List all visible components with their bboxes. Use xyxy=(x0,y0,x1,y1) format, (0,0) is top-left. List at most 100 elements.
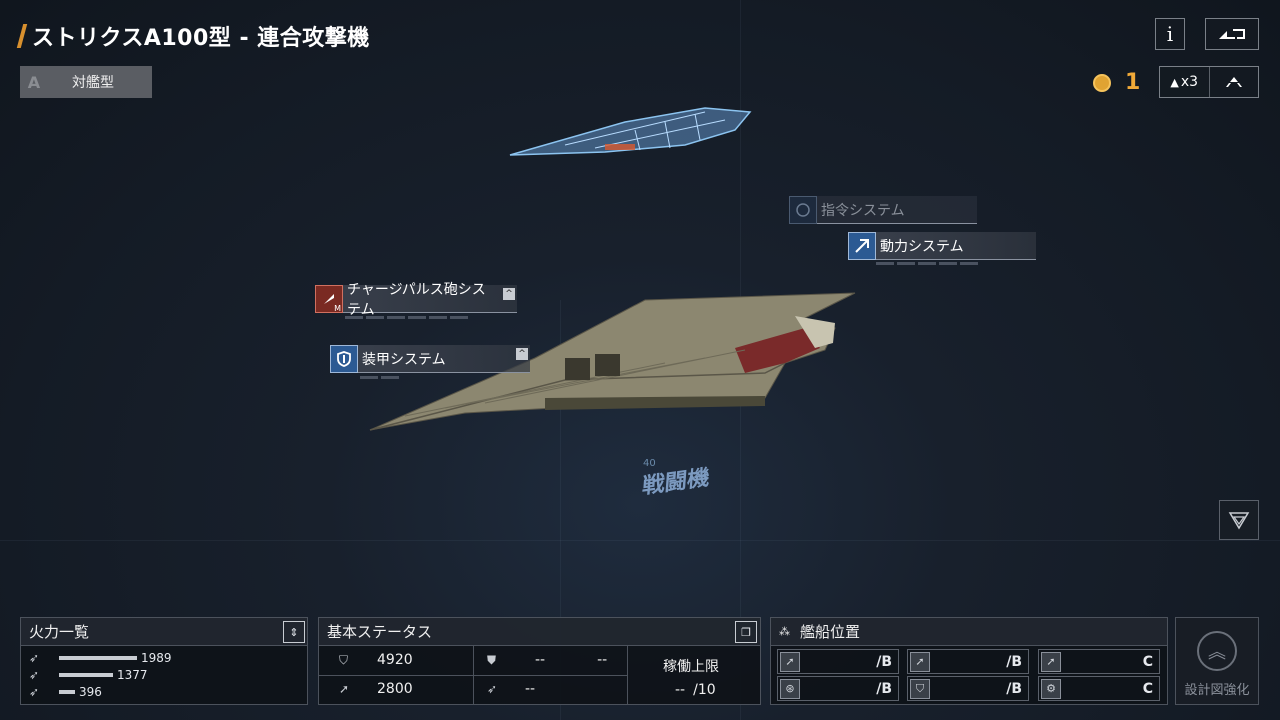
back-button[interactable] xyxy=(1205,18,1259,50)
firepower-value: 396 xyxy=(79,685,102,699)
title-accent-mark xyxy=(16,24,28,48)
chevron-up-icon xyxy=(1225,77,1242,87)
position-slot[interactable]: ➚ C xyxy=(1038,649,1160,674)
firepower-bar xyxy=(59,690,75,694)
limit-value: -- /10 xyxy=(675,682,716,698)
hp-value: 4920 xyxy=(377,652,413,668)
multiplier-box[interactable]: ▲ x3 xyxy=(1159,66,1259,98)
command-icon xyxy=(789,196,817,224)
position-slot[interactable]: ⚙ C xyxy=(1038,676,1160,701)
firepower-header: 火力一覧 xyxy=(21,618,307,646)
level-dash xyxy=(429,316,447,319)
info-button[interactable]: i xyxy=(1155,18,1185,50)
back-icon xyxy=(1219,29,1245,39)
module-badge: M xyxy=(334,304,341,313)
speed-stat-icon: ➚ xyxy=(339,682,350,696)
shield-stat-icon: ⛊ xyxy=(487,652,497,667)
slot-role-icon: ➚ xyxy=(1041,651,1061,672)
deploy-stat-icon: ➶ xyxy=(487,682,498,696)
shield-icon xyxy=(330,345,358,373)
fleet-icon: ⁂ xyxy=(779,625,790,638)
firepower-value: 1377 xyxy=(117,668,148,682)
missile-icon: M xyxy=(315,285,343,313)
slot-role-icon: ⛉ xyxy=(910,678,930,699)
armor-level-dashes xyxy=(360,376,399,379)
system-command-label: 指令システム xyxy=(817,196,977,224)
upgrade-button[interactable] xyxy=(1210,67,1259,97)
multiplier-value[interactable]: ▲ x3 xyxy=(1160,67,1210,97)
shield-value-a: -- xyxy=(535,652,546,668)
blueprint-enhance-label: 設計図強化 xyxy=(1184,683,1250,698)
divider xyxy=(473,646,474,705)
position-slot[interactable]: ➚ /B xyxy=(777,649,899,674)
firepower-panel: 火力一覧 ⇕ ➶ 1989 ➶ 1377 ➶ 396 xyxy=(20,617,308,705)
level-dash xyxy=(381,376,399,379)
level-dash xyxy=(387,316,405,319)
slot-grade: /B xyxy=(1006,653,1022,670)
sort-button[interactable]: ⇕ xyxy=(283,621,305,643)
system-power[interactable]: 動力システム xyxy=(848,232,1036,260)
resource-counter: 1 xyxy=(1093,70,1140,95)
slot-grade: C xyxy=(1142,653,1153,670)
power-icon xyxy=(848,232,876,260)
power-level-dashes xyxy=(876,262,978,265)
limit-max: /10 xyxy=(693,682,716,698)
position-panel: ⁂ 艦船位置 ➚/B ➚/B ➚ C ⊛/B ⛉/B ⚙ C xyxy=(770,617,1168,705)
ship-type-grade: A xyxy=(27,72,41,92)
firepower-title: 火力一覧 xyxy=(29,623,90,641)
firepower-row: ➶ 1989 xyxy=(29,650,172,666)
system-power-text: 動力システム xyxy=(880,238,964,255)
slot-role-icon: ⚙ xyxy=(1041,678,1061,699)
speed-stat: ➚ 2800 xyxy=(339,681,413,697)
title-bar: ストリクスA100型 - 連合攻撃機 xyxy=(16,20,370,52)
drop-icon: ▲ xyxy=(1170,75,1179,89)
system-armor-label: 装甲システム ^ xyxy=(358,345,530,373)
slot-grade: /B xyxy=(1006,680,1022,697)
double-chevron-up-icon: ︽ xyxy=(1197,631,1237,671)
charge-pulse-level-dashes xyxy=(345,316,468,319)
level-dash xyxy=(366,316,384,319)
position-slot[interactable]: ⛉ /B xyxy=(907,676,1029,701)
coin-count: 1 xyxy=(1125,70,1141,95)
system-armor[interactable]: 装甲システム ^ xyxy=(330,345,530,373)
coin-icon xyxy=(1093,73,1111,92)
level-dash xyxy=(897,262,915,265)
ship-type-label: 対艦型 xyxy=(72,75,114,91)
filter-icon xyxy=(1228,512,1250,530)
hologram-ship xyxy=(509,107,752,156)
level-dash xyxy=(360,376,378,379)
multiplier-label: x3 xyxy=(1180,74,1199,90)
slot-grade: /B xyxy=(876,653,892,670)
firepower-value: 1989 xyxy=(141,651,172,665)
position-title: 艦船位置 xyxy=(800,623,861,641)
firepower-bar xyxy=(59,673,113,677)
blueprint-enhance-button[interactable]: ︽ 設計図強化 xyxy=(1175,617,1259,705)
position-slot[interactable]: ➚ /B xyxy=(907,649,1029,674)
page-title: ストリクスA100型 - 連合攻撃機 xyxy=(32,26,370,51)
weapon-icon: ➶ xyxy=(29,651,40,665)
deploy-stat: ➶ -- xyxy=(487,681,535,697)
limit-label-text: 稼働上限 xyxy=(663,659,719,675)
upgrade-available-icon: ^ xyxy=(503,288,515,300)
slot-role-icon: ⊛ xyxy=(780,678,800,699)
speed-value: 2800 xyxy=(377,681,413,697)
system-command-text: 指令システム xyxy=(821,202,905,219)
system-charge-pulse-label: チャージパルス砲システム ^ xyxy=(343,282,517,318)
system-charge-pulse[interactable]: M チャージパルス砲システム ^ xyxy=(315,282,517,318)
firepower-row: ➶ 396 xyxy=(29,684,102,700)
shield-value-b: -- xyxy=(597,652,608,668)
deploy-value: -- xyxy=(525,681,536,697)
expand-button[interactable]: ❐ xyxy=(735,621,757,643)
system-charge-pulse-text: チャージパルス砲システム xyxy=(347,281,486,318)
level-dash xyxy=(450,316,468,319)
position-slot[interactable]: ⊛ /B xyxy=(777,676,899,701)
armor-stat-icon: ⛉ xyxy=(339,652,349,667)
level-dash xyxy=(345,316,363,319)
slot-grade: C xyxy=(1142,680,1153,697)
system-command[interactable]: 指令システム xyxy=(789,196,977,224)
window-icon: ❐ xyxy=(741,625,751,639)
slot-role-icon: ➚ xyxy=(780,651,800,672)
firepower-row: ➶ 1377 xyxy=(29,667,148,683)
filter-button[interactable] xyxy=(1219,500,1259,540)
ship-type-tag: A 対艦型 xyxy=(20,66,152,98)
